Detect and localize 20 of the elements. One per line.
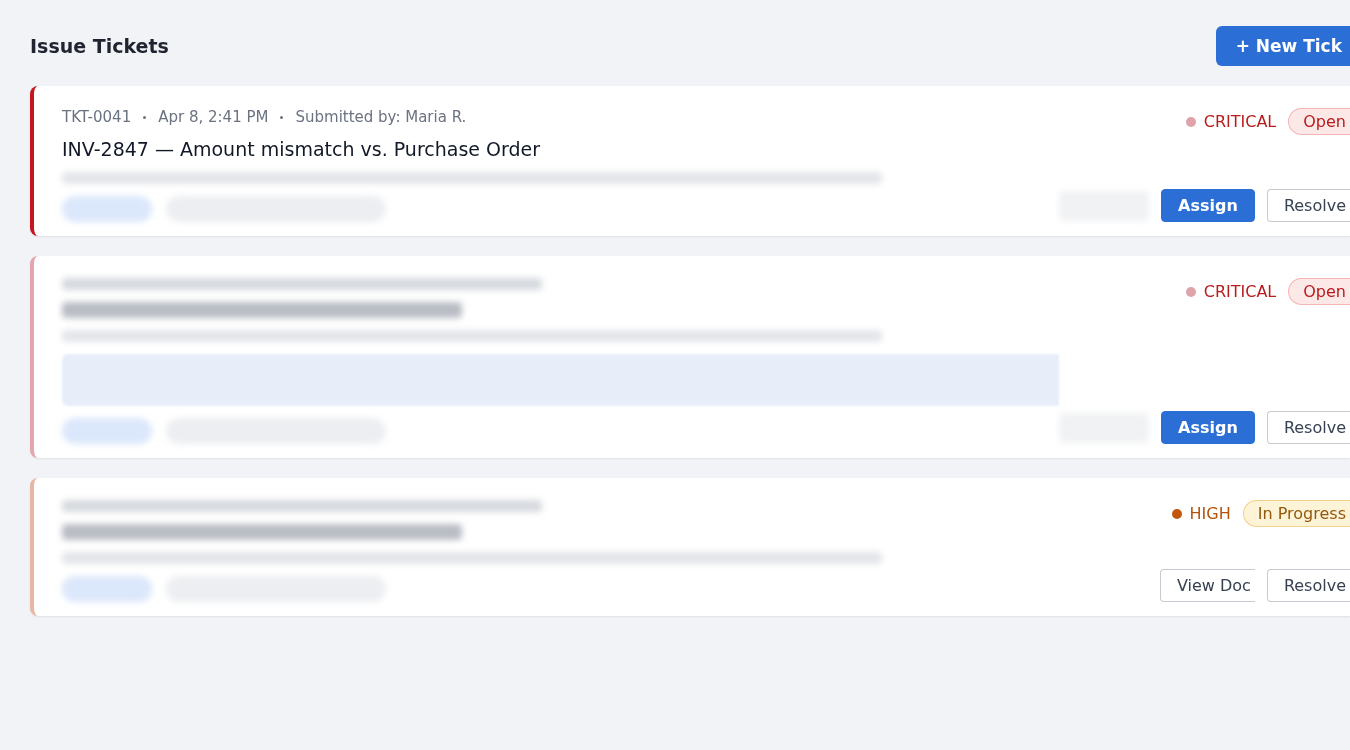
ticket-meta: Apr 8, 2:41 PM xyxy=(158,108,269,126)
separator-dot xyxy=(143,115,147,119)
page-title: Issue Tickets xyxy=(30,35,169,57)
separator-dot xyxy=(280,115,284,119)
ticket-meta: Submitted by: Maria R. xyxy=(295,108,467,126)
action-button[interactable]: Resolve xyxy=(1266,189,1350,222)
action-button[interactable]: Resolve xyxy=(1266,411,1350,444)
action-button[interactable]: Resolve xyxy=(1266,569,1350,602)
action-button[interactable]: View Doc xyxy=(1159,569,1255,602)
severity-label: CRITICAL xyxy=(1203,112,1277,131)
status-badge: Open xyxy=(1288,108,1350,135)
status-badge: Open xyxy=(1288,278,1350,305)
status-badge: In Progress xyxy=(1242,500,1350,527)
severity-label: HIGH xyxy=(1189,504,1231,523)
ticket-meta: TKT-0041 xyxy=(62,108,132,126)
assign-button[interactable]: Assign xyxy=(1161,411,1255,444)
ticket-title: INV-2847 — Amount mismatch vs. Purchase Order xyxy=(62,138,542,160)
new-ticket-button[interactable]: + New Tick xyxy=(1215,26,1350,66)
severity-label: CRITICAL xyxy=(1203,282,1277,301)
assign-button[interactable]: Assign xyxy=(1161,189,1255,222)
